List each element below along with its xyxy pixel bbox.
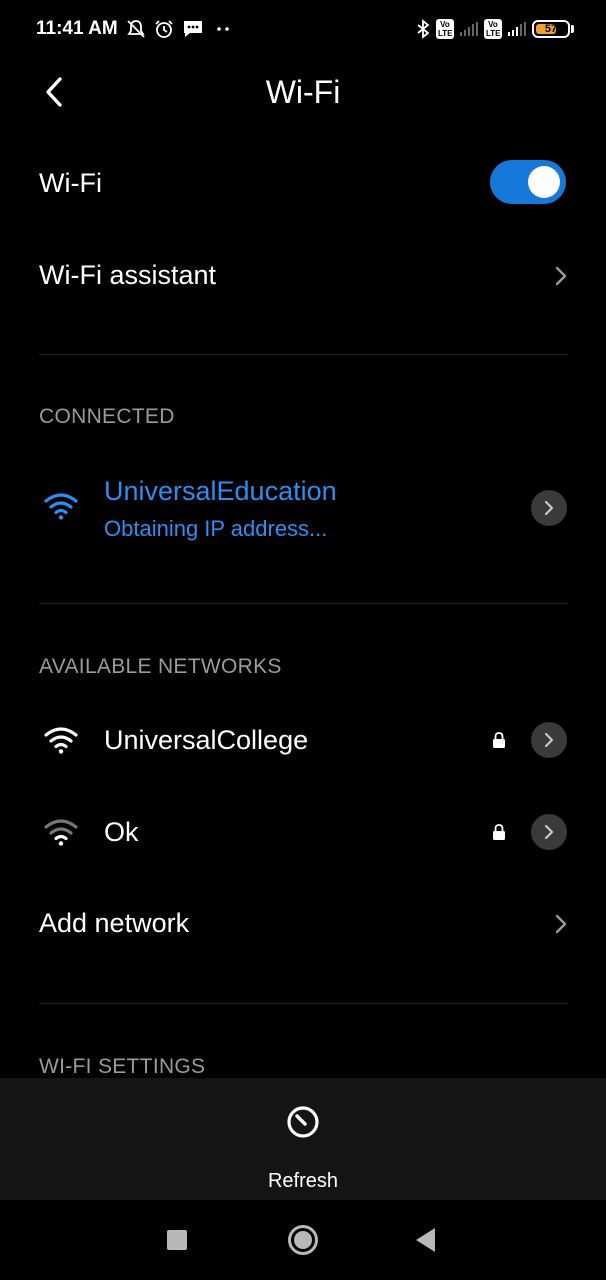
refresh-button[interactable]: Refresh [253,1098,353,1192]
wifi-settings-section-label: WI-FI SETTINGS [39,1055,206,1078]
connected-network-details-button[interactable] [531,490,567,526]
header: Wi-Fi [0,62,606,122]
available-networks-section-label: AVAILABLE NETWORKS [39,655,282,678]
volte-icon: Vo LTE [484,19,502,39]
connected-network-row[interactable]: UniversalEducation Obtaining IP address.… [0,468,606,552]
connected-network-status: Obtaining IP address... [104,516,328,541]
chevron-right-icon [555,914,567,934]
back-triangle-icon[interactable] [416,1228,435,1252]
add-network-row[interactable]: Add network [0,880,606,966]
status-right-icons: Vo LTE Vo LTE 57 [416,16,574,42]
battery-level: 57 [544,23,558,35]
wifi-signal-strong-icon [44,727,78,754]
wifi-assistant-label: Wi-Fi assistant [39,260,217,290]
navigation-bar [0,1200,606,1280]
battery-tip [571,25,574,33]
network-row-ok[interactable]: Ok [0,792,606,872]
divider [39,1003,568,1004]
network-details-button[interactable] [531,722,567,758]
battery-icon: 57 [532,20,570,38]
status-time: 11:41 AM [36,18,118,39]
refresh-icon [287,1106,319,1138]
volte-icon: Vo LTE [436,19,454,39]
network-details-button[interactable] [531,814,567,850]
connected-section-label: CONNECTED [39,405,175,428]
wifi-signal-full-icon [44,493,78,520]
add-network-label: Add network [39,908,190,938]
recent-apps-icon[interactable] [167,1230,187,1250]
status-left-icons [126,16,234,42]
home-icon[interactable] [288,1225,318,1255]
chevron-right-icon [544,824,554,840]
divider [39,603,568,604]
more-dots-icon [217,27,229,31]
lock-icon [493,824,505,840]
wifi-signal-weak-icon [44,819,78,846]
message-icon [184,21,202,37]
notifications-off-icon [127,20,145,38]
lock-icon [493,732,505,748]
connected-network-name: UniversalEducation [104,476,337,506]
home-icon-inner [294,1231,312,1249]
bluetooth-icon [417,19,430,39]
wifi-toggle-switch[interactable] [490,160,566,204]
page-title: Wi-Fi [265,74,341,110]
toggle-knob [528,166,560,198]
network-name: UniversalCollege [104,725,309,755]
network-name: Ok [104,817,139,847]
action-bar: Refresh [0,1078,606,1200]
chevron-right-icon [555,266,567,286]
divider [39,354,568,355]
chevron-right-icon [544,500,554,516]
status-bar: 11:41 AM Vo LTE Vo LTE 57 [0,0,606,58]
refresh-label: Refresh [267,1170,339,1192]
network-row-universalcollege[interactable]: UniversalCollege [0,700,606,780]
alarm-icon [155,20,173,38]
wifi-toggle-label: Wi-Fi [39,168,102,198]
chevron-right-icon [544,732,554,748]
wifi-assistant-row[interactable]: Wi-Fi assistant [0,232,606,318]
signal-icon [460,22,478,36]
signal-icon [508,22,526,36]
